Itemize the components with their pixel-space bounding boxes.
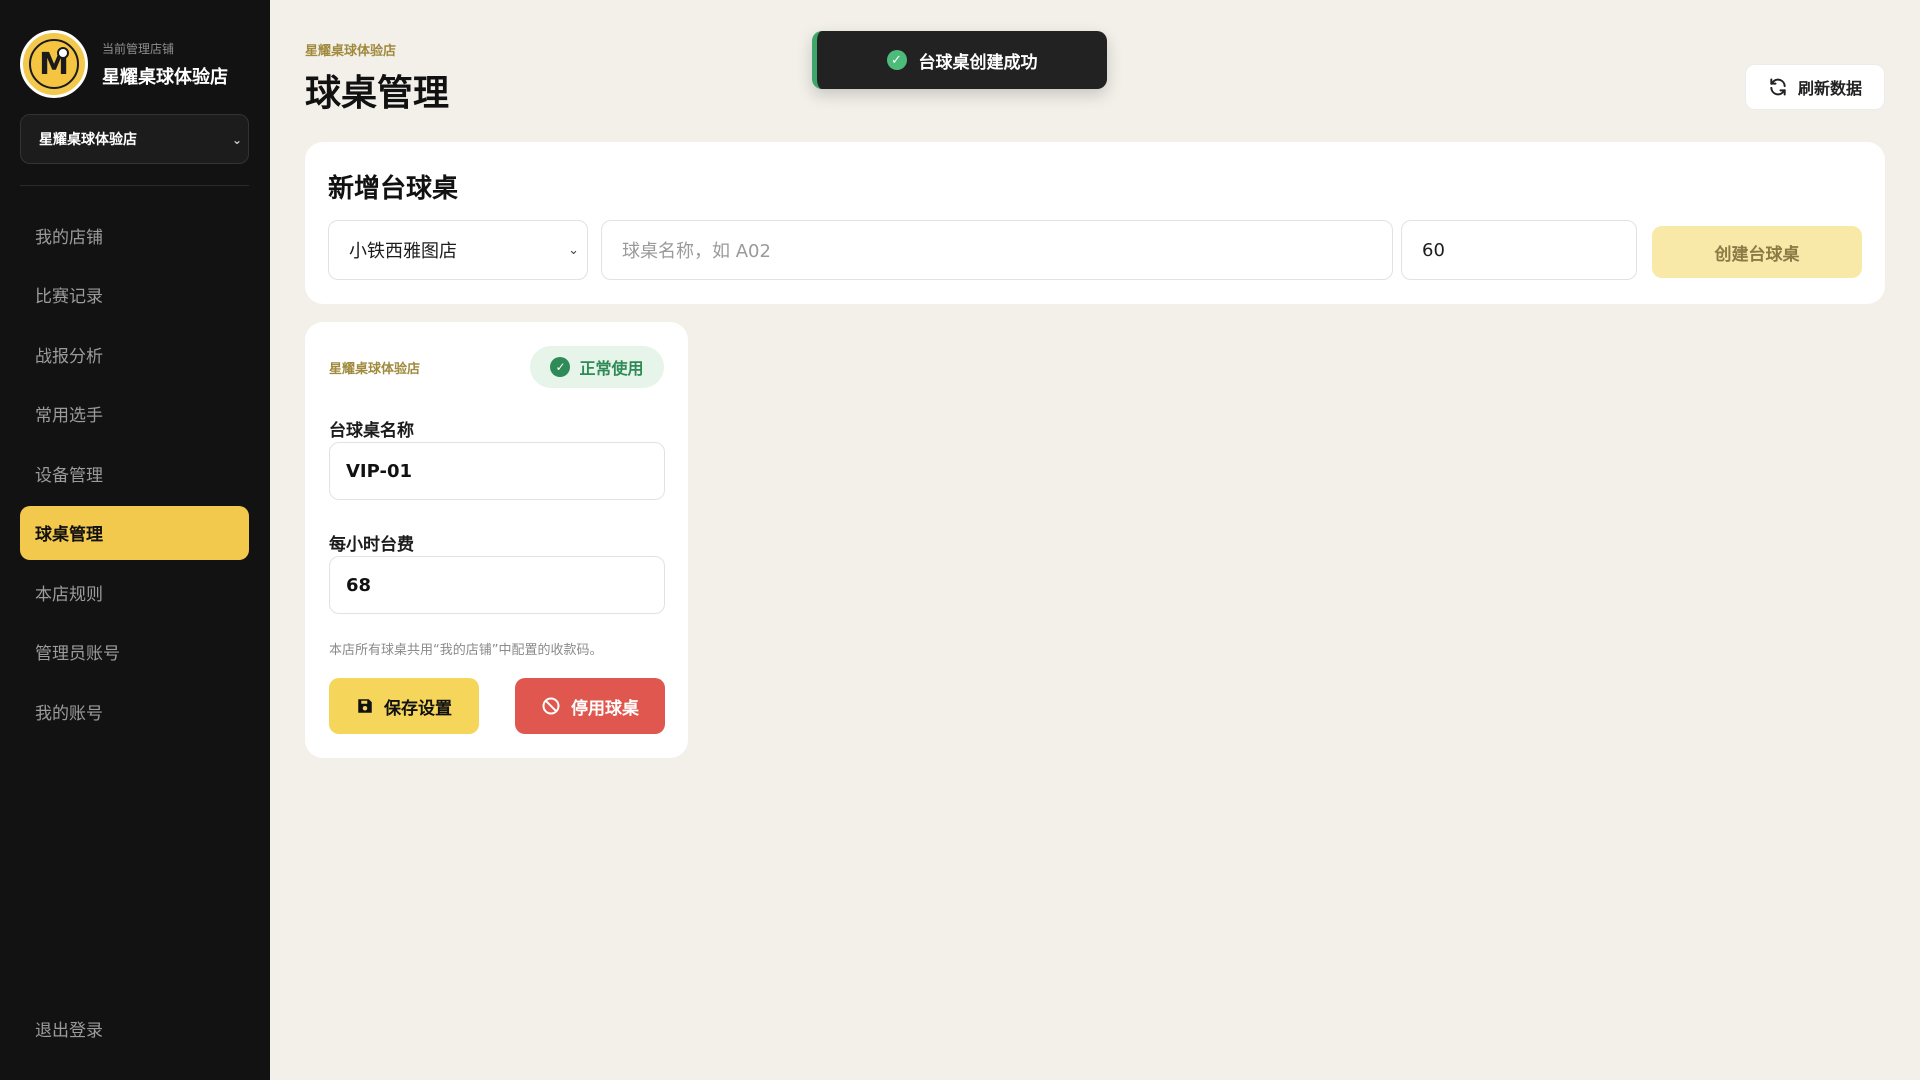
sidebar-item-device-management[interactable]: 设备管理 — [20, 446, 249, 500]
hourly-fee-field[interactable]: 68 — [329, 556, 665, 614]
page-title: 球桌管理 — [305, 73, 450, 114]
create-table-label: 创建台球桌 — [1714, 244, 1800, 265]
table-name-value: VIP-01 — [346, 460, 413, 482]
table-name-input[interactable]: 球桌名称，如 A02 — [601, 220, 1393, 280]
table-card: 星耀桌球体验店 ✓ 正常使用 台球桌名称 VIP-01 每小时台费 68 本店所… — [305, 322, 688, 758]
refresh-button[interactable]: 刷新数据 — [1745, 64, 1885, 110]
brand: M 当前管理店铺 星耀桌球体验店 — [20, 30, 228, 98]
sidebar-divider — [20, 185, 249, 186]
sidebar: M 当前管理店铺 星耀桌球体验店 星耀桌球体验店 ⌄ 我的店铺 比赛记录 战报分… — [0, 0, 270, 1080]
sidebar-item-report-analysis[interactable]: 战报分析 — [20, 327, 249, 381]
status-badge: ✓ 正常使用 — [530, 346, 664, 388]
hourly-price-value: 60 — [1422, 239, 1445, 261]
check-circle-icon: ✓ — [886, 50, 907, 70]
new-table-card: 新增台球桌 小铁西雅图店 ⌄ 球桌名称，如 A02 60 创建台球桌 — [305, 142, 1885, 304]
sidebar-item-label: 设备管理 — [35, 465, 103, 486]
store-select[interactable]: 小铁西雅图店 ⌄ — [328, 220, 588, 280]
hourly-fee-value: 68 — [346, 574, 372, 596]
sidebar-item-my-store[interactable]: 我的店铺 — [20, 208, 249, 262]
refresh-label: 刷新数据 — [1797, 79, 1862, 98]
store-switch-value: 星耀桌球体验店 — [39, 132, 137, 148]
check-circle-icon: ✓ — [550, 357, 571, 377]
hourly-price-input[interactable]: 60 — [1401, 220, 1637, 280]
sidebar-item-table-management[interactable]: 球桌管理 — [20, 505, 249, 560]
chevron-down-icon: ⌄ — [231, 133, 242, 147]
table-store-name: 星耀桌球体验店 — [329, 362, 421, 377]
disable-table-button[interactable]: 停用球桌 — [515, 678, 665, 734]
toast-message: 台球桌创建成功 — [918, 52, 1038, 73]
sidebar-item-match-records[interactable]: 比赛记录 — [20, 268, 249, 322]
sidebar-item-label: 我的账号 — [35, 703, 103, 724]
sidebar-item-store-rules[interactable]: 本店规则 — [20, 565, 249, 619]
sidebar-item-admin-accounts[interactable]: 管理员账号 — [20, 625, 249, 679]
save-settings-label: 保存设置 — [384, 698, 452, 719]
table-name-label: 台球桌名称 — [329, 421, 414, 441]
brand-subtitle: 当前管理店铺 — [102, 41, 175, 56]
sidebar-item-label: 我的店铺 — [35, 227, 103, 248]
new-table-title: 新增台球桌 — [328, 174, 459, 204]
sidebar-nav: 我的店铺 比赛记录 战报分析 常用选手 设备管理 球桌管理 本店规则 管理员账号… — [20, 208, 249, 744]
sidebar-item-label: 常用选手 — [35, 406, 103, 426]
success-toast: ✓ 台球桌创建成功 — [812, 31, 1107, 89]
sidebar-item-label: 管理员账号 — [35, 644, 120, 664]
refresh-icon — [1770, 78, 1786, 96]
logo-icon: M — [20, 30, 88, 98]
sidebar-item-label: 战报分析 — [35, 346, 103, 367]
brand-text: 当前管理店铺 星耀桌球体验店 — [102, 40, 228, 89]
sidebar-item-label: 本店规则 — [35, 584, 103, 605]
save-settings-button[interactable]: 保存设置 — [329, 678, 479, 734]
sidebar-item-label: 比赛记录 — [35, 287, 103, 307]
logout-button[interactable]: 退出登录 — [35, 1016, 103, 1041]
disable-table-label: 停用球桌 — [571, 698, 639, 719]
ban-icon — [542, 697, 560, 715]
sidebar-item-frequent-players[interactable]: 常用选手 — [20, 387, 249, 441]
sidebar-item-label: 球桌管理 — [35, 525, 103, 545]
logo-dot — [57, 47, 69, 59]
store-select-value: 小铁西雅图店 — [349, 241, 457, 262]
hourly-fee-label: 每小时台费 — [329, 535, 414, 555]
save-icon — [358, 699, 372, 713]
sidebar-item-my-account[interactable]: 我的账号 — [20, 684, 249, 738]
table-name-placeholder: 球桌名称，如 A02 — [622, 241, 771, 262]
brand-name: 星耀桌球体验店 — [102, 66, 228, 88]
store-switch-select[interactable]: 星耀桌球体验店 ⌄ — [20, 114, 249, 164]
logo-letter: M — [29, 39, 79, 89]
payment-hint: 本店所有球桌共用“我的店铺”中配置的收款码。 — [329, 643, 603, 658]
chevron-down-icon: ⌄ — [568, 243, 579, 258]
table-name-field[interactable]: VIP-01 — [329, 442, 665, 500]
status-label: 正常使用 — [579, 359, 644, 378]
breadcrumb: 星耀桌球体验店 — [305, 44, 397, 59]
create-table-button[interactable]: 创建台球桌 — [1652, 226, 1862, 278]
